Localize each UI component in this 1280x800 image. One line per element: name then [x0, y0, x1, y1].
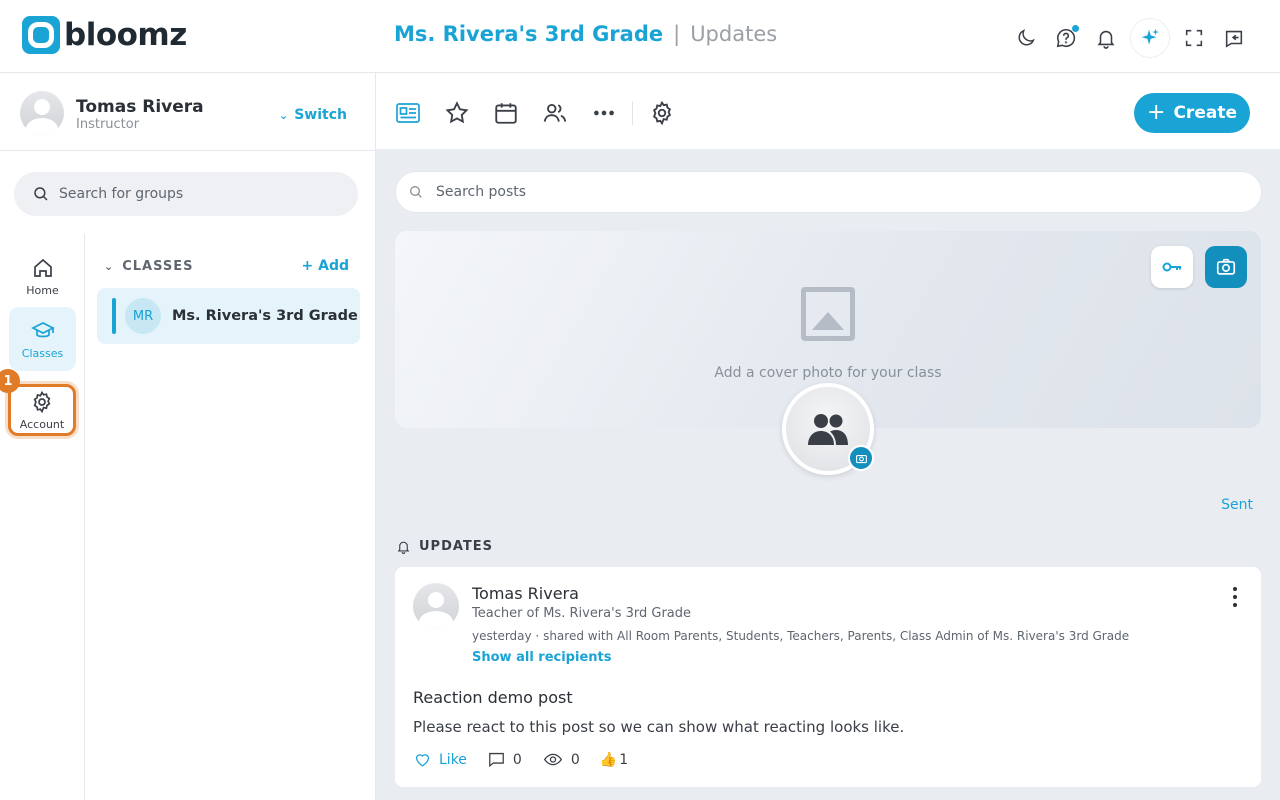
star-icon[interactable] — [443, 99, 471, 127]
view-count: 0 — [570, 751, 580, 768]
help-notification-dot — [1071, 24, 1080, 33]
create-button[interactable]: + Create — [1134, 93, 1250, 133]
fullscreen-icon[interactable] — [1176, 20, 1212, 56]
add-class-button[interactable]: + Add — [302, 258, 349, 274]
selected-indicator — [112, 298, 116, 334]
header-class-name[interactable]: Ms. Rivera's 3rd Grade — [394, 22, 663, 46]
camera-icon — [855, 454, 867, 463]
reaction-count: 1 — [619, 751, 629, 768]
group-settings-gear-icon[interactable] — [648, 99, 676, 127]
thumbs-up-icon: 👍 — [599, 751, 618, 768]
post-author[interactable]: Tomas Rivera — [472, 584, 579, 603]
class-name: Ms. Rivera's 3rd Grade — [172, 308, 358, 324]
people-icon[interactable] — [541, 99, 569, 127]
bell-icon — [397, 541, 410, 554]
comment-icon — [489, 752, 504, 768]
camera-icon — [1216, 258, 1236, 275]
image-placeholder-icon — [801, 287, 855, 341]
nav-account[interactable]: Account — [8, 384, 76, 436]
like-button[interactable]: Like — [413, 750, 467, 769]
comments-button[interactable]: 0 — [487, 750, 522, 769]
updates-heading: UPDATES — [396, 539, 493, 554]
post-author-avatar[interactable] — [413, 583, 459, 629]
updates-heading-label: UPDATES — [419, 539, 494, 554]
plus-icon: + — [1147, 100, 1166, 125]
key-icon — [1162, 262, 1181, 272]
show-all-recipients-link[interactable]: Show all recipients — [472, 650, 611, 665]
post-title: Reaction demo post — [413, 688, 573, 707]
toolbar-divider — [632, 101, 633, 125]
group-toolbar: + Create — [376, 73, 1280, 149]
class-list-item[interactable]: MR Ms. Rivera's 3rd Grade — [97, 288, 360, 344]
collapse-panel-icon[interactable] — [1216, 20, 1252, 56]
updates-tab-icon[interactable] — [394, 99, 422, 127]
chevron-down-icon: ⌄ — [104, 260, 115, 273]
header-actions — [1008, 18, 1252, 58]
user-role: Instructor — [76, 117, 140, 132]
calendar-icon[interactable] — [492, 99, 520, 127]
user-name: Tomas Rivera — [76, 97, 204, 117]
search-icon — [34, 187, 48, 201]
bloomz-logo-icon — [22, 16, 60, 54]
top-header: bloomz Ms. Rivera's 3rd Grade | Updates — [0, 0, 1280, 73]
main-content: + Create Add a cover photo for your clas… — [376, 73, 1280, 800]
nav-account-label: Account — [19, 417, 65, 431]
left-panel: Tomas Rivera Instructor ⌄ Switch Home Cl… — [0, 73, 376, 800]
notifications-bell-icon[interactable] — [1088, 20, 1124, 56]
page-title: Ms. Rivera's 3rd Grade | Updates — [394, 22, 777, 46]
user-avatar[interactable] — [20, 91, 64, 135]
post-body: Please react to this post so we can show… — [413, 718, 905, 736]
search-icon — [410, 186, 422, 198]
graduation-cap-icon — [30, 321, 55, 337]
reactions-summary[interactable]: 👍 1 — [600, 752, 628, 768]
group-search-box[interactable] — [14, 172, 358, 216]
class-initials-avatar: MR — [125, 298, 161, 334]
dark-mode-icon[interactable] — [1008, 20, 1044, 56]
gear-icon — [33, 390, 51, 413]
post-author-subtitle: Teacher of Ms. Rivera's 3rd Grade — [472, 606, 692, 621]
header-separator: | — [673, 22, 681, 46]
nav-home-label: Home — [26, 283, 59, 297]
create-label: Create — [1173, 103, 1237, 123]
switch-account-button[interactable]: ⌄ Switch — [279, 107, 347, 123]
home-icon — [33, 258, 52, 277]
upload-cover-button[interactable] — [1205, 246, 1247, 288]
access-key-button[interactable] — [1151, 246, 1193, 288]
comment-count: 0 — [512, 751, 522, 768]
header-page-name: Updates — [690, 22, 778, 46]
nav-classes-label: Classes — [21, 346, 64, 360]
post-meta: yesterday · shared with All Room Parents… — [472, 629, 1130, 643]
views-button[interactable]: 0 — [542, 750, 580, 769]
help-chat-icon[interactable] — [1048, 20, 1084, 56]
eye-icon — [543, 753, 562, 766]
switch-label: Switch — [294, 107, 347, 123]
brand-name: bloomz — [64, 17, 187, 53]
more-horizontal-icon[interactable] — [590, 99, 618, 127]
heart-icon — [415, 754, 430, 767]
side-nav: Home Classes Account — [0, 234, 85, 800]
post-actions: Like 0 0 👍 1 — [413, 750, 648, 769]
post-search-box[interactable] — [395, 171, 1262, 213]
nav-home[interactable]: Home — [9, 244, 76, 308]
post-options-kebab-icon[interactable] — [1225, 585, 1245, 609]
ai-sparkle-icon[interactable] — [1130, 18, 1170, 58]
group-people-icon — [808, 414, 848, 445]
like-label: Like — [439, 751, 467, 768]
post-search-input[interactable] — [436, 184, 1216, 200]
classes-heading: CLASSES — [122, 259, 194, 274]
upload-group-avatar-button[interactable] — [848, 445, 874, 471]
chevron-down-icon: ⌄ — [279, 108, 289, 122]
bloomz-logo[interactable]: bloomz — [22, 16, 187, 54]
sent-link[interactable]: Sent — [1221, 497, 1253, 513]
post-card: Tomas Rivera Teacher of Ms. Rivera's 3rd… — [395, 567, 1261, 787]
group-search-input[interactable] — [59, 186, 339, 202]
nav-classes[interactable]: Classes — [9, 307, 76, 371]
user-profile: Tomas Rivera Instructor ⌄ Switch — [0, 73, 375, 151]
cover-photo-prompt: Add a cover photo for your class — [714, 365, 942, 381]
